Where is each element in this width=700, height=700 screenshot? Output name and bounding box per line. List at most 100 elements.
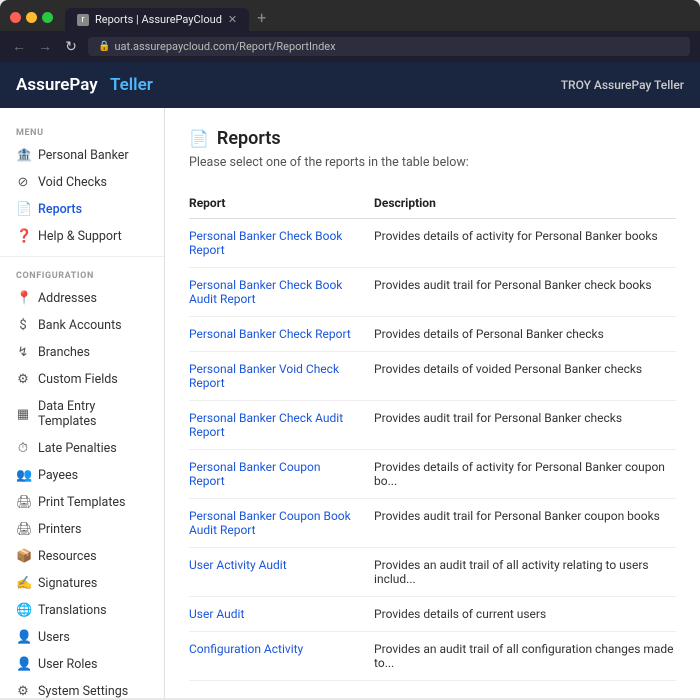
- table-row: User AuditProvides details of current us…: [189, 597, 676, 632]
- sidebar-item-personal-banker[interactable]: 🏦 Personal Banker: [0, 142, 164, 169]
- close-button[interactable]: [10, 12, 21, 23]
- help-icon: ❓: [16, 229, 30, 244]
- back-button[interactable]: ←: [10, 38, 28, 55]
- sidebar-item-addresses[interactable]: 📍 Addresses: [0, 285, 164, 312]
- sidebar-label-user-roles: User Roles: [38, 657, 97, 672]
- tab-close-icon[interactable]: ✕: [228, 13, 237, 26]
- user-info: TROY AssurePay Teller: [561, 78, 684, 92]
- sidebar-item-reports[interactable]: 📄 Reports: [0, 196, 164, 223]
- report-name-link[interactable]: Personal Banker Check Book Audit Report: [189, 268, 374, 317]
- report-description: Provides an audit trail of all activity …: [374, 548, 676, 597]
- bank-accounts-icon: $: [16, 318, 30, 333]
- brand-teller: Teller: [110, 75, 153, 95]
- sidebar-item-resources[interactable]: 📦 Resources: [0, 543, 164, 570]
- sidebar-item-system-settings[interactable]: ⚙ System Settings: [0, 678, 164, 698]
- active-tab[interactable]: r Reports | AssurePayCloud ✕: [65, 8, 249, 31]
- report-name-link[interactable]: Personal Banker Coupon Book Audit Report: [189, 499, 374, 548]
- sidebar-label-addresses: Addresses: [38, 291, 97, 306]
- address-bar[interactable]: 🔒 uat.assurepaycloud.com/Report/ReportIn…: [88, 37, 690, 56]
- top-nav: AssurePay Teller TROY AssurePay Teller: [0, 62, 700, 108]
- sidebar-item-print-templates[interactable]: 🖨 Print Templates: [0, 489, 164, 516]
- branches-icon: ↯: [16, 345, 30, 360]
- sidebar-label-print-templates: Print Templates: [38, 495, 125, 510]
- sidebar-label-reports: Reports: [38, 202, 82, 217]
- custom-fields-icon: ⚙: [16, 372, 30, 387]
- forward-button[interactable]: →: [36, 38, 54, 55]
- late-penalties-icon: ⏱: [16, 441, 30, 456]
- sidebar-item-custom-fields[interactable]: ⚙ Custom Fields: [0, 366, 164, 393]
- report-name-link[interactable]: Configuration Activity: [189, 632, 374, 681]
- tab-title: Reports | AssurePayCloud: [95, 13, 222, 26]
- sidebar-item-help[interactable]: ❓ Help & Support: [0, 223, 164, 250]
- refresh-button[interactable]: ↻: [62, 39, 80, 55]
- addresses-icon: 📍: [16, 291, 30, 306]
- report-name-link[interactable]: Personal Banker Check Report: [189, 317, 374, 352]
- report-description: Provides audit trail for Personal Banker…: [374, 268, 676, 317]
- system-settings-icon: ⚙: [16, 684, 30, 698]
- config-section-label: CONFIGURATION: [0, 263, 164, 285]
- address-text: uat.assurepaycloud.com/Report/ReportInde…: [114, 40, 335, 53]
- sidebar-label-payees: Payees: [38, 468, 78, 483]
- report-description: Provides details of activity for Persona…: [374, 450, 676, 499]
- content-area: 📄 Reports Please select one of the repor…: [165, 108, 700, 698]
- new-tab-button[interactable]: +: [251, 8, 272, 31]
- sidebar: MENU 🏦 Personal Banker ⊘ Void Checks 📄 R…: [0, 108, 165, 698]
- table-row: Personal Banker Check Book ReportProvide…: [189, 219, 676, 268]
- sidebar-label-branches: Branches: [38, 345, 90, 360]
- sidebar-item-user-roles[interactable]: 👤 User Roles: [0, 651, 164, 678]
- minimize-button[interactable]: [26, 12, 37, 23]
- address-bar-row: ← → ↻ 🔒 uat.assurepaycloud.com/Report/Re…: [0, 31, 700, 62]
- brand: AssurePay Teller: [16, 75, 153, 95]
- table-row: Personal Banker Coupon Book Audit Report…: [189, 499, 676, 548]
- report-description: Provides audit trail for Personal Banker…: [374, 401, 676, 450]
- sidebar-item-translations[interactable]: 🌐 Translations: [0, 597, 164, 624]
- menu-section-label: MENU: [0, 120, 164, 142]
- sidebar-label-data-entry-templates: Data Entry Templates: [38, 399, 148, 429]
- report-description: Provides an audit trail of all configura…: [374, 632, 676, 681]
- reports-table: Report Description Personal Banker Check…: [189, 188, 676, 681]
- sidebar-item-users[interactable]: 👤 Users: [0, 624, 164, 651]
- users-icon: 👤: [16, 630, 30, 645]
- sidebar-item-data-entry-templates[interactable]: ▦ Data Entry Templates: [0, 393, 164, 435]
- sidebar-item-branches[interactable]: ↯ Branches: [0, 339, 164, 366]
- printers-icon: 🖨: [16, 522, 30, 537]
- sidebar-item-void-checks[interactable]: ⊘ Void Checks: [0, 169, 164, 196]
- table-row: Configuration ActivityProvides an audit …: [189, 632, 676, 681]
- sidebar-item-bank-accounts[interactable]: $ Bank Accounts: [0, 312, 164, 339]
- report-name-link[interactable]: Personal Banker Coupon Report: [189, 450, 374, 499]
- page-subtitle: Please select one of the reports in the …: [189, 155, 676, 170]
- report-description: Provides details of activity for Persona…: [374, 219, 676, 268]
- app-container: AssurePay Teller TROY AssurePay Teller M…: [0, 62, 700, 698]
- report-description: Provides details of voided Personal Bank…: [374, 352, 676, 401]
- report-name-link[interactable]: Personal Banker Void Check Report: [189, 352, 374, 401]
- sidebar-label-translations: Translations: [38, 603, 107, 618]
- sidebar-label-printers: Printers: [38, 522, 81, 537]
- sidebar-label-personal-banker: Personal Banker: [38, 148, 129, 163]
- report-name-link[interactable]: Personal Banker Check Audit Report: [189, 401, 374, 450]
- sidebar-item-printers[interactable]: 🖨 Printers: [0, 516, 164, 543]
- report-description: Provides details of current users: [374, 597, 676, 632]
- main-area: MENU 🏦 Personal Banker ⊘ Void Checks 📄 R…: [0, 108, 700, 698]
- user-roles-icon: 👤: [16, 657, 30, 672]
- resources-icon: 📦: [16, 549, 30, 564]
- translations-icon: 🌐: [16, 603, 30, 618]
- page-title-row: 📄 Reports: [189, 128, 676, 149]
- sidebar-label-custom-fields: Custom Fields: [38, 372, 118, 387]
- sidebar-divider: [0, 256, 164, 257]
- signatures-icon: ✍: [16, 576, 30, 591]
- report-name-link[interactable]: User Activity Audit: [189, 548, 374, 597]
- report-name-link[interactable]: User Audit: [189, 597, 374, 632]
- sidebar-label-late-penalties: Late Penalties: [38, 441, 117, 456]
- brand-assure: AssurePay: [16, 75, 98, 95]
- sidebar-item-signatures[interactable]: ✍ Signatures: [0, 570, 164, 597]
- report-description: Provides audit trail for Personal Banker…: [374, 499, 676, 548]
- sidebar-item-payees[interactable]: 👥 Payees: [0, 462, 164, 489]
- report-name-link[interactable]: Personal Banker Check Book Report: [189, 219, 374, 268]
- page-title: Reports: [217, 128, 281, 149]
- void-checks-icon: ⊘: [16, 175, 30, 190]
- col-header-report: Report: [189, 188, 374, 219]
- col-header-description: Description: [374, 188, 676, 219]
- maximize-button[interactable]: [42, 12, 53, 23]
- sidebar-item-late-penalties[interactable]: ⏱ Late Penalties: [0, 435, 164, 462]
- payees-icon: 👥: [16, 468, 30, 483]
